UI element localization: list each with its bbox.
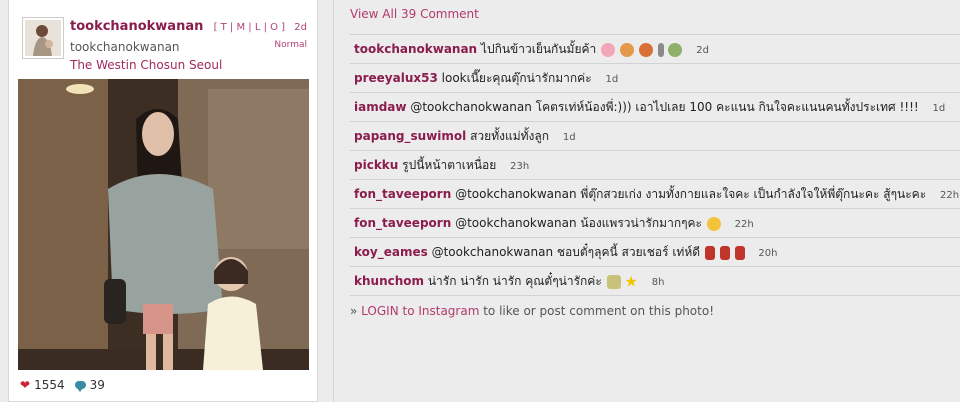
comment-item: pickku รูปนี้หน้าตาเหนื่อย 23h <box>350 150 960 179</box>
comment-list: tookchanokwanan ไปกินข้าวเย็นกันมั้ยค้า … <box>350 34 960 296</box>
comment-text: สวยทั้งแม่ทั้งลูก <box>470 129 549 143</box>
emoji-icons <box>600 36 683 64</box>
comment-user[interactable]: pickku <box>354 158 398 172</box>
post-stats: ❤ 1554 39 <box>20 378 105 392</box>
comment-text: @tookchanokwanan น้องแพรวน่ารักมากๆคะ <box>455 216 702 230</box>
login-suffix: to like or post comment on this photo! <box>479 304 715 318</box>
comment-item: fon_taveeporn @tookchanokwanan พี่ตุ๊กสว… <box>350 179 960 208</box>
dancer-emoji-icon <box>704 246 715 260</box>
comment-text: ไปกินข้าวเย็นกันมั้ยค้า <box>480 42 597 56</box>
comment-item: papang_suwimol สวยทั้งแม่ทั้งลูก 1d <box>350 121 960 150</box>
login-prefix: » <box>350 304 362 318</box>
dancer-emoji-icon <box>734 246 745 260</box>
heart-icon[interactable]: ❤ <box>20 378 30 392</box>
comment-time: 23h <box>510 161 530 172</box>
comment-item: koy_eames @tookchanokwanan ชอบตั๋ๆลุคนี้… <box>350 237 960 266</box>
pane-divider <box>333 0 334 402</box>
comment-time: 2d <box>696 45 709 56</box>
login-prompt: » LOGIN to Instagram to like or post com… <box>350 304 714 318</box>
comment-time: 8h <box>651 277 665 288</box>
comment-time: 20h <box>758 248 778 259</box>
post-full-name: tookchanokwanan <box>70 40 180 54</box>
photo-card: tookchanokwanan tookchanokwanan The West… <box>8 0 318 402</box>
comment-time: 1d <box>932 103 946 114</box>
filter-name: Normal <box>274 40 307 50</box>
view-all-comments-link[interactable]: View All 39 Comment <box>350 7 479 21</box>
avatar[interactable] <box>22 17 64 59</box>
comment-user[interactable]: fon_taveeporn <box>354 187 451 201</box>
comment-text: @tookchanokwanan โคตรเท่ห์น้องพี่:))) เอ… <box>410 100 919 114</box>
comment-text: @tookchanokwanan ชอบตั๋ๆลุคนี้ สวยเชอร์ … <box>431 245 701 259</box>
comment-time: 1d <box>605 74 619 85</box>
post-photo[interactable] <box>18 79 309 370</box>
emoji-icons: ★ <box>606 267 638 296</box>
emoji-icons <box>704 239 745 267</box>
comment-text: รูปนี้หน้าตาเหนื่อย <box>402 158 497 172</box>
star-icon: ★ <box>624 272 638 291</box>
comment-user[interactable]: papang_suwimol <box>354 129 466 143</box>
comment-time: 22h <box>939 190 960 201</box>
comment-text: lookเนี๊ยะคุณตุ๊กน่ารักมากค่ะ <box>441 71 592 85</box>
size-links-text[interactable]: [ T | M | L | O ] <box>214 22 286 33</box>
post-location[interactable]: The Westin Chosun Seoul <box>70 58 222 72</box>
comment-item: fon_taveeporn @tookchanokwanan น้องแพรวน… <box>350 208 960 237</box>
comment-user[interactable]: iamdaw <box>354 100 407 114</box>
pig-emoji-icon <box>601 43 616 57</box>
comment-time: 22h <box>734 219 754 230</box>
size-links[interactable]: [ T | M | L | O ] 2d <box>214 22 307 33</box>
likes-count: 1554 <box>34 378 65 392</box>
comment-user[interactable]: tookchanokwanan <box>354 42 477 56</box>
noodle-emoji-icon <box>619 43 634 57</box>
comment-text: น่ารัก น่ารัก น่ารัก คุณตั๋ๆน่ารักค่ะ <box>427 274 602 288</box>
comment-user[interactable]: fon_taveeporn <box>354 216 451 230</box>
comments-count: 39 <box>89 378 105 392</box>
comment-time: 1d <box>562 132 576 143</box>
fork-knife-icon <box>657 43 664 57</box>
party-popper-emoji-icon <box>606 274 621 289</box>
comment-user[interactable]: khunchom <box>354 274 424 288</box>
spaghetti-emoji-icon <box>638 43 653 57</box>
comment-item: tookchanokwanan ไปกินข้าวเย็นกันมั้ยค้า … <box>350 34 960 63</box>
comment-item: khunchom น่ารัก น่ารัก น่ารัก คุณตั๋ๆน่า… <box>350 266 960 295</box>
comment-user[interactable]: koy_eames <box>354 245 428 259</box>
post-age: 2d <box>294 22 307 33</box>
comment-text: @tookchanokwanan พี่ตุ๊กสวยเก่ง งามทั้งก… <box>455 187 927 201</box>
heart-eyes-emoji-icon <box>706 216 721 231</box>
comment-user[interactable]: preeyalux53 <box>354 71 438 85</box>
comment-icon[interactable] <box>74 381 86 392</box>
dancer-emoji-icon <box>719 246 730 260</box>
comment-item: iamdaw @tookchanokwanan โคตรเท่ห์น้องพี่… <box>350 92 960 121</box>
post-username[interactable]: tookchanokwanan <box>70 19 203 34</box>
login-link[interactable]: LOGIN to Instagram <box>361 304 479 318</box>
tea-emoji-icon <box>668 43 683 57</box>
comment-item: preeyalux53 lookเนี๊ยะคุณตุ๊กน่ารักมากค่… <box>350 63 960 92</box>
